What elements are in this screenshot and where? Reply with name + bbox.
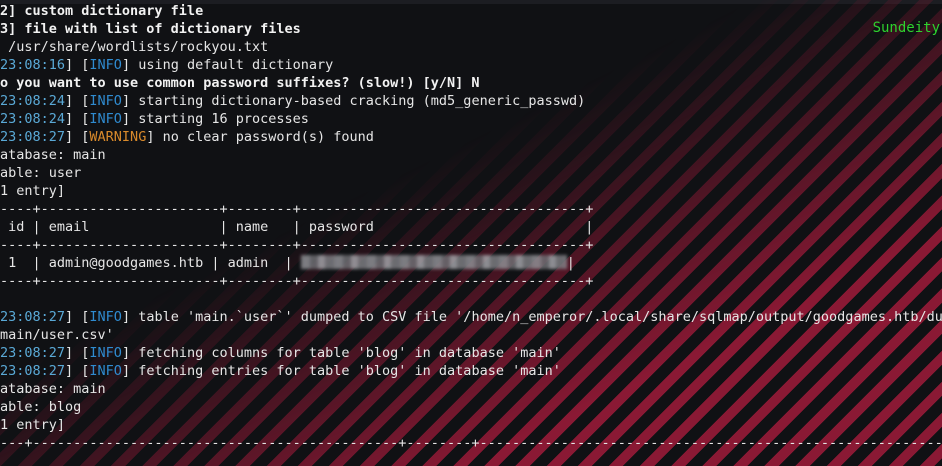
log-bracket: ] [ xyxy=(65,363,90,379)
prompt-text: 2] custom dictionary file xyxy=(0,3,204,19)
log-message: no clear password(s) found xyxy=(162,129,374,145)
log-message: fetching columns for table 'blog' in dat… xyxy=(138,345,561,361)
terminal-line: ----+----------------------+--------+---… xyxy=(0,272,942,290)
log-bracket: ] [ xyxy=(65,309,90,325)
log-message: fetching entries for table 'blog' in dat… xyxy=(138,363,561,379)
log-message: using default dictionary xyxy=(138,57,334,73)
terminal-line: 23:08:27] [INFO] table 'main.`user`' dum… xyxy=(0,308,942,326)
table-row-cells: 1 | admin@goodgames.htb | admin | xyxy=(0,255,301,271)
redacted-password-hash xyxy=(300,255,567,269)
log-bracket: ] xyxy=(121,363,139,379)
terminal-line: 3] file with list of dictionary files xyxy=(0,20,942,38)
terminal-line: ---+------------------------------------… xyxy=(0,434,942,452)
output-text: 1 entry] xyxy=(0,417,66,433)
terminal-line: 23:08:24] [INFO] starting dictionary-bas… xyxy=(0,92,942,110)
log-bracket: ] [ xyxy=(65,129,90,145)
log-bracket: ] [ xyxy=(65,93,90,109)
log-timestamp: 23:08:16 xyxy=(0,57,66,73)
terminal-line: 23:08:27] [INFO] fetching entries for ta… xyxy=(0,362,942,380)
log-bracket: ] xyxy=(121,309,139,325)
prompt-text: 3] file with list of dictionary files xyxy=(0,21,301,37)
output-text: /usr/share/wordlists/rockyou.txt xyxy=(0,39,269,55)
terminal-line: 1 | admin@goodgames.htb | admin | | xyxy=(0,254,942,272)
log-level: WARNING xyxy=(89,129,147,145)
log-bracket: ] xyxy=(146,129,163,145)
output-text: ----+----------------------+--------+---… xyxy=(0,201,594,217)
log-timestamp: 23:08:24 xyxy=(0,93,66,109)
log-level: INFO xyxy=(89,93,122,109)
log-message: table 'main.`user`' dumped to CSV file '… xyxy=(138,309,942,325)
terminal-line: atabase: main xyxy=(0,380,942,398)
table-row-end: | xyxy=(566,255,575,271)
terminal-output[interactable]: 2] custom dictionary file 3] file with li… xyxy=(0,2,942,452)
terminal-line: atabase: main xyxy=(0,146,942,164)
terminal-line: id | email | name | password | xyxy=(0,218,942,236)
terminal-line: ----+----------------------+--------+---… xyxy=(0,200,942,218)
terminal-line: 23:08:16] [INFO] using default dictionar… xyxy=(0,56,942,74)
terminal-line: 2] custom dictionary file xyxy=(0,2,942,20)
log-level: INFO xyxy=(89,309,122,325)
log-level: INFO xyxy=(89,57,122,73)
output-text: ---+------------------------------------… xyxy=(0,435,942,451)
terminal-line: able: blog xyxy=(0,398,942,416)
output-text: atabase: main xyxy=(0,147,106,163)
terminal-line: main/user.csv' xyxy=(0,326,942,344)
output-text: ----+----------------------+--------+---… xyxy=(0,273,594,289)
log-timestamp: 23:08:27 xyxy=(0,363,66,379)
log-bracket: ] xyxy=(121,111,139,127)
log-bracket: ] xyxy=(121,93,139,109)
log-message: starting 16 processes xyxy=(138,111,309,127)
output-text: main/user.csv' xyxy=(0,327,114,343)
log-bracket: ] xyxy=(121,57,139,73)
terminal-line: /usr/share/wordlists/rockyou.txt xyxy=(0,38,942,56)
log-bracket: ] xyxy=(121,345,139,361)
log-message: starting dictionary-based cracking (md5_… xyxy=(138,93,586,109)
terminal-line: 23:08:24] [INFO] starting 16 processes xyxy=(0,110,942,128)
output-text: id | email | name | password | xyxy=(0,219,594,235)
log-timestamp: 23:08:27 xyxy=(0,345,66,361)
terminal-line: 1 entry] xyxy=(0,416,942,434)
log-bracket: ] [ xyxy=(65,57,90,73)
log-level: INFO xyxy=(89,111,122,127)
log-level: INFO xyxy=(89,345,122,361)
output-text: 1 entry] xyxy=(0,183,66,199)
output-text: able: blog xyxy=(0,399,82,415)
log-level: INFO xyxy=(89,363,122,379)
log-bracket: ] [ xyxy=(65,345,90,361)
log-bracket: ] [ xyxy=(65,111,90,127)
terminal-line: 23:08:27] [INFO] fetching columns for ta… xyxy=(0,344,942,362)
terminal-line: able: user xyxy=(0,164,942,182)
output-text: ----+----------------------+--------+---… xyxy=(0,237,594,253)
prompt-text: o you want to use common password suffix… xyxy=(0,75,480,91)
log-timestamp: 23:08:27 xyxy=(0,309,66,325)
terminal-line: o you want to use common password suffix… xyxy=(0,74,942,92)
terminal-line: 23:08:27] [WARNING] no clear password(s)… xyxy=(0,128,942,146)
log-timestamp: 23:08:27 xyxy=(0,129,66,145)
log-timestamp: 23:08:24 xyxy=(0,111,66,127)
output-text: able: user xyxy=(0,165,82,181)
terminal-line: 1 entry] xyxy=(0,182,942,200)
output-text: atabase: main xyxy=(0,381,106,397)
terminal-line: ----+----------------------+--------+---… xyxy=(0,236,942,254)
